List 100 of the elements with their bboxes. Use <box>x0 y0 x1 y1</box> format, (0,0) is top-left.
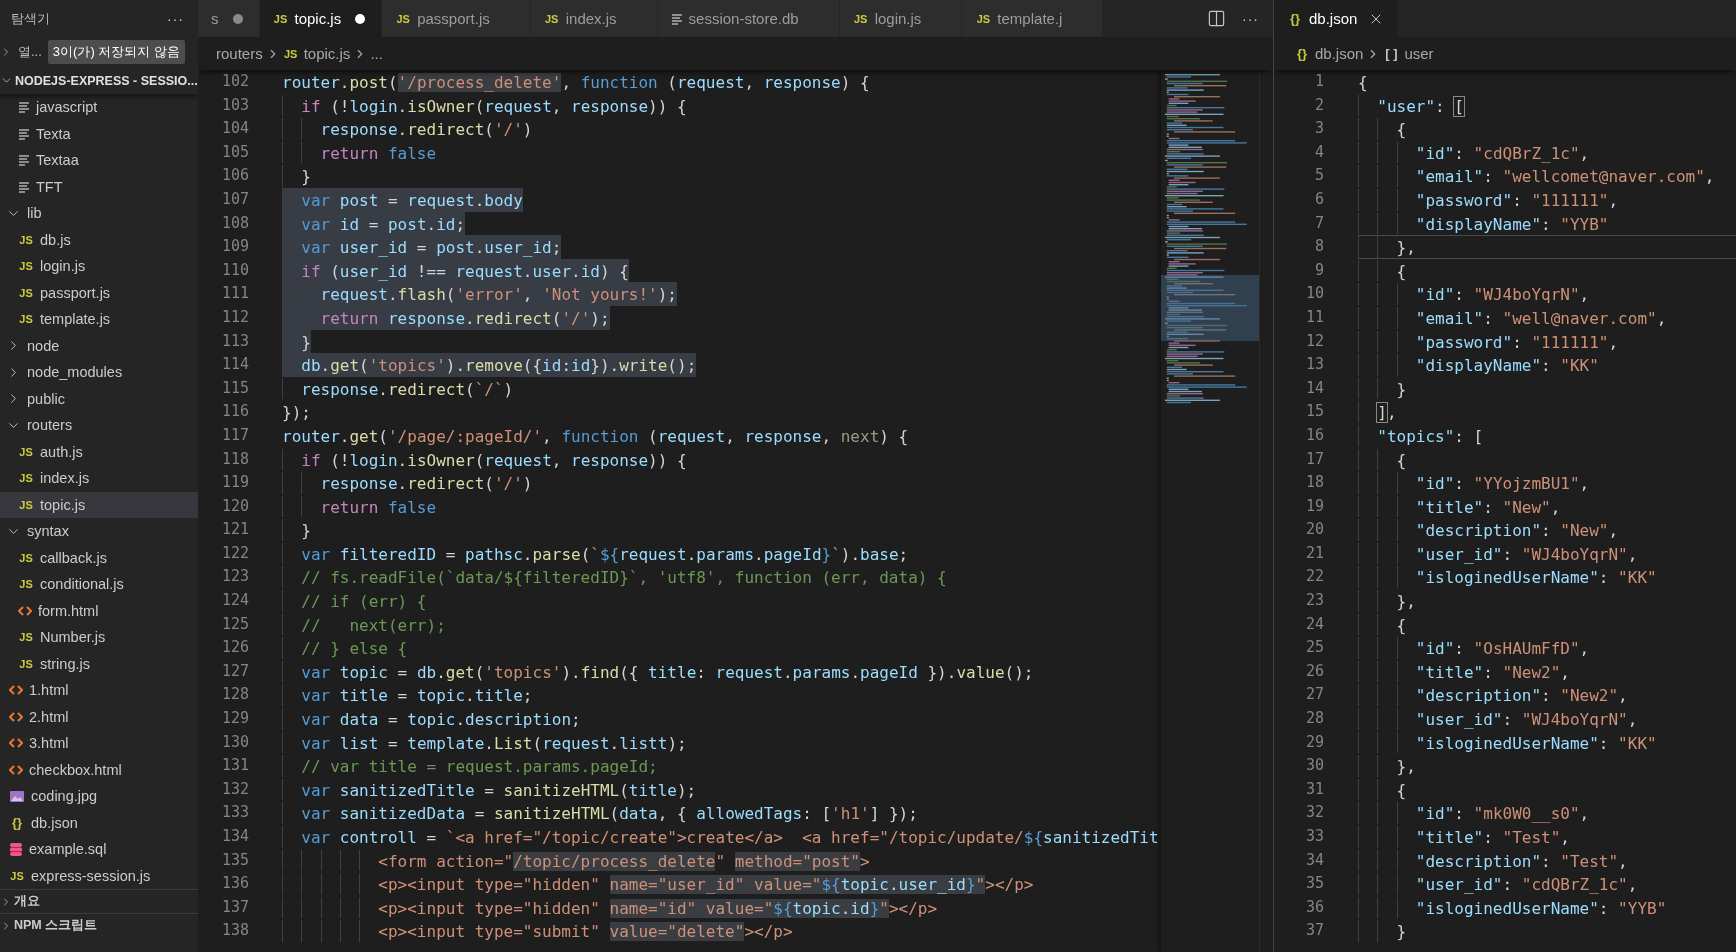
line-number: 5 <box>1313 165 1324 187</box>
file-item[interactable]: TFT <box>0 173 198 200</box>
breadcrumb-item[interactable]: [ ] user <box>1383 45 1434 62</box>
code-line: router.post('/process_delete', function (request, response) { <box>282 72 870 94</box>
editor-tab[interactable]: session-store.db <box>657 0 840 37</box>
json-file-icon: {} <box>9 815 25 831</box>
file-item[interactable]: JS conditional.js <box>0 571 198 598</box>
editor-tab[interactable]: JS template.j <box>962 0 1104 37</box>
file-item[interactable]: checkbox.html <box>0 756 198 783</box>
file-item[interactable]: javascript <box>0 94 198 121</box>
line-number: 113 <box>220 330 249 352</box>
unsaved-badge: 3이(가) 저장되지 않음 <box>47 40 185 64</box>
line-number: 131 <box>220 755 249 777</box>
line-number: 24 <box>1304 613 1324 635</box>
line-number: 130 <box>220 731 249 753</box>
line-number: 19 <box>1304 495 1324 517</box>
line-number: 108 <box>220 212 249 234</box>
file-item[interactable]: coding.jpg <box>0 783 198 810</box>
more-button[interactable]: ··· <box>1242 10 1259 27</box>
editor-tab[interactable]: s <box>198 0 260 37</box>
breadcrumb-item[interactable]: routers <box>216 45 263 62</box>
editor-tab[interactable]: JS topic.js <box>259 0 383 37</box>
code-line: router.get('/page/:pageId/', function (request, response, next) { <box>282 425 909 448</box>
editor-tab[interactable]: {} db.json <box>1274 0 1399 37</box>
line-number: 32 <box>1304 802 1324 824</box>
folder-item[interactable]: routers <box>0 412 198 439</box>
line-number: 115 <box>220 377 249 399</box>
line-number: 37 <box>1304 920 1324 942</box>
js-file-icon: JS <box>395 12 412 25</box>
js-file-icon: JS <box>18 233 34 246</box>
line-number: 103 <box>220 94 249 116</box>
folder-item[interactable]: syntax <box>0 518 198 545</box>
line-number: 128 <box>220 684 249 706</box>
file-item[interactable]: example.sql <box>0 836 198 863</box>
editor-tab[interactable]: JS passport.js <box>382 0 531 37</box>
file-item[interactable]: 1.html <box>0 677 198 704</box>
file-item[interactable]: 2.html <box>0 703 198 730</box>
js-file-icon: JS <box>18 472 34 485</box>
file-item[interactable]: JS topic.js <box>0 491 198 518</box>
file-item[interactable]: form.html <box>0 597 198 624</box>
code-line: { <box>1358 72 1369 94</box>
unsaved-dot[interactable] <box>355 13 366 24</box>
split-editor-icon[interactable] <box>1207 9 1226 28</box>
file-item[interactable]: 3.html <box>0 730 198 757</box>
editor-tab[interactable]: JS login.js <box>839 0 963 37</box>
file-item[interactable]: Texta <box>0 120 198 147</box>
line-number: 14 <box>1304 377 1324 399</box>
line-number: 27 <box>1304 684 1324 706</box>
file-item[interactable]: JS db.js <box>0 226 198 253</box>
line-number: 21 <box>1304 542 1324 564</box>
json-file-icon: {} <box>1287 11 1303 26</box>
folder-item[interactable]: public <box>0 385 198 412</box>
file-item[interactable]: Textaa <box>0 147 198 174</box>
folder-item[interactable]: node <box>0 332 198 359</box>
line-number: 26 <box>1304 660 1324 682</box>
database-icon <box>9 841 23 857</box>
line-number: 124 <box>220 590 249 612</box>
breadcrumb-item[interactable]: JS topic.js <box>282 45 351 62</box>
section-title[interactable]: NPM 스크립트 <box>14 917 98 934</box>
project-title[interactable]: NODEJS-EXPRESS - SESSIO... <box>15 73 198 88</box>
line-number: 35 <box>1304 873 1324 895</box>
section-title[interactable]: 개요 <box>14 893 40 910</box>
line-number: 102 <box>220 71 249 92</box>
js-file-icon: JS <box>975 12 992 25</box>
unsaved-dot[interactable] <box>232 13 243 24</box>
file-item[interactable]: {} db.json <box>0 809 198 836</box>
section-title[interactable]: 열... <box>18 43 42 61</box>
js-file-icon: JS <box>543 12 560 25</box>
line-number: 15 <box>1304 401 1324 423</box>
file-item[interactable]: JS Number.js <box>0 624 198 651</box>
line-number: 30 <box>1304 755 1324 777</box>
file-item[interactable]: JS index.js <box>0 465 198 492</box>
file-item[interactable]: JS string.js <box>0 650 198 677</box>
js-file-icon: JS <box>18 498 34 511</box>
js-file-icon: JS <box>282 47 299 60</box>
file-item[interactable]: JS auth.js <box>0 438 198 465</box>
file-item[interactable]: JS login.js <box>0 253 198 280</box>
line-number: 121 <box>220 519 249 541</box>
line-number: 28 <box>1304 708 1324 730</box>
js-file-icon: JS <box>18 578 34 591</box>
line-number: 3 <box>1313 118 1324 140</box>
editor-tab[interactable]: JS index.js <box>530 0 658 37</box>
line-number: 34 <box>1304 849 1324 871</box>
line-number: 23 <box>1304 590 1324 612</box>
file-item[interactable]: JS callback.js <box>0 544 198 571</box>
folder-item[interactable]: lib <box>0 200 198 227</box>
line-number: 8 <box>1313 236 1324 258</box>
line-number: 13 <box>1304 354 1324 376</box>
breadcrumb-item[interactable]: ... <box>370 45 383 62</box>
file-item[interactable]: JS passport.js <box>0 279 198 306</box>
more-button[interactable]: ··· <box>167 10 184 27</box>
file-item[interactable]: JS express-session.js <box>0 862 198 889</box>
line-number: 137 <box>220 896 249 918</box>
breadcrumb-item[interactable]: {} db.json <box>1294 45 1364 62</box>
file-item[interactable]: JS template.js <box>0 306 198 333</box>
line-number: 138 <box>220 920 249 942</box>
line-number: 25 <box>1304 637 1324 659</box>
folder-item[interactable]: node_modules <box>0 359 198 386</box>
line-number: 6 <box>1313 188 1324 210</box>
line-number: 136 <box>220 873 249 895</box>
